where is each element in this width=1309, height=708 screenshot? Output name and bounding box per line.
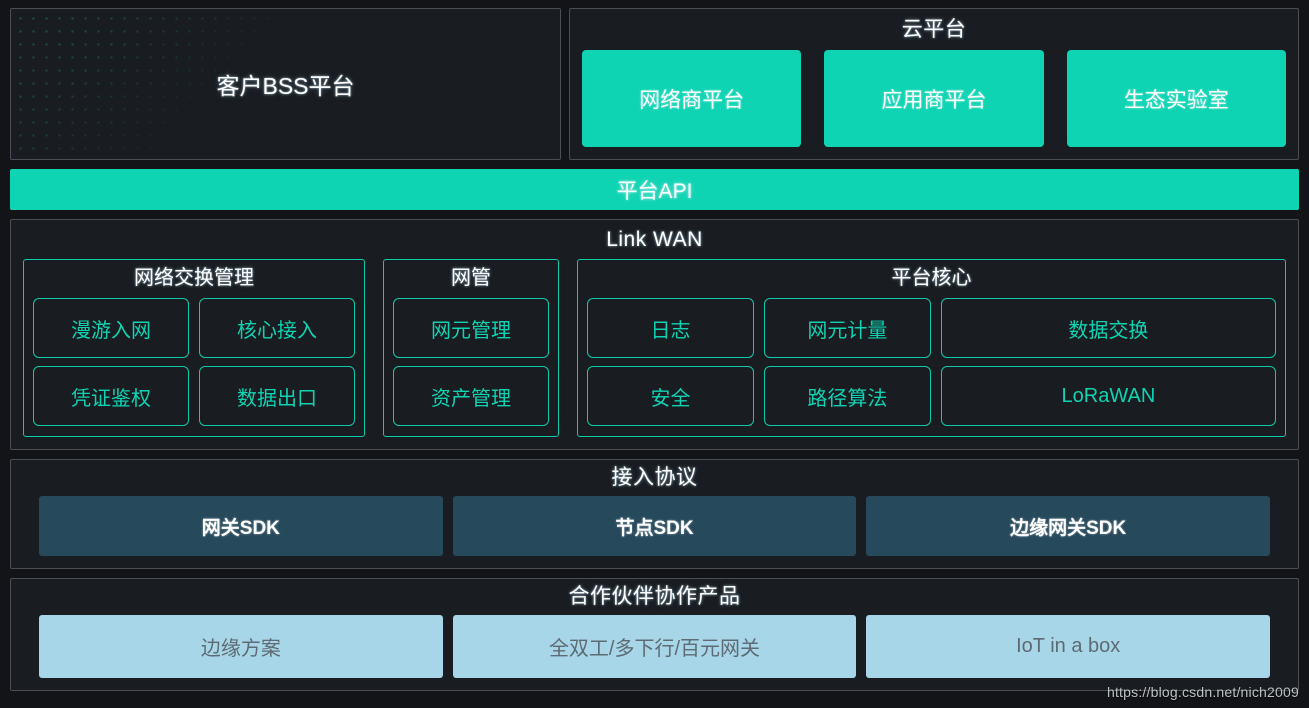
chip-row: 安全 路径算法 LoRaWAN [587,366,1276,426]
cloud-platform-title: 云平台 [901,18,967,41]
sdk-box-node[interactable]: 节点SDK [452,496,857,556]
group-platform-core-title: 平台核心 [891,267,972,289]
bss-platform-panel: 客户BSS平台 [10,8,561,160]
chip-credential-auth[interactable]: 凭证鉴权 [33,366,189,426]
chip-row: 日志 网元计量 数据交换 [587,298,1276,358]
group-network-switch-management: 网络交换管理 漫游入网 核心接入 凭证鉴权 数据出口 [23,259,365,437]
chip-row: 凭证鉴权 数据出口 [33,366,355,426]
access-protocol-panel: 接入协议 网关SDK 节点SDK 边缘网关SDK [10,459,1299,569]
group-network-switch-management-title: 网络交换管理 [134,267,254,289]
chip-roaming-access[interactable]: 漫游入网 [33,298,189,358]
partner-box-fullduplex-gateway[interactable]: 全双工/多下行/百元网关 [452,615,857,678]
group-network-switch-management-grid: 漫游入网 核心接入 凭证鉴权 数据出口 [33,298,355,426]
partner-box-edge-solution[interactable]: 边缘方案 [39,615,443,678]
cloud-platform-panel: 云平台 网络商平台 应用商平台 生态实验室 [569,8,1299,160]
partner-products-boxes: 边缘方案 全双工/多下行/百元网关 IoT in a box [23,615,1286,678]
partner-box-iot-in-a-box[interactable]: IoT in a box [866,615,1271,678]
cloud-box-ecosystem-lab[interactable]: 生态实验室 [1066,50,1286,147]
group-platform-core-grid: 日志 网元计量 数据交换 安全 路径算法 LoRaWAN [587,298,1276,426]
chip-row: 资产管理 [393,366,549,426]
bss-platform-label: 客户BSS平台 [216,73,355,99]
sdk-box-edge-gateway[interactable]: 边缘网关SDK [866,496,1271,556]
chip-row: 漫游入网 核心接入 [33,298,355,358]
chip-network-element-metering[interactable]: 网元计量 [763,298,931,358]
access-protocol-title: 接入协议 [611,466,698,489]
platform-api-bar[interactable]: 平台API [10,169,1299,210]
group-network-management-title: 网管 [451,267,491,289]
group-network-management-grid: 网元管理 资产管理 [393,298,549,426]
chip-routing-algorithm[interactable]: 路径算法 [763,366,931,426]
cloud-box-application-vendor[interactable]: 应用商平台 [824,50,1044,147]
chip-data-egress[interactable]: 数据出口 [199,366,355,426]
group-network-management: 网管 网元管理 资产管理 [383,259,559,437]
partner-products-panel: 合作伙伴协作产品 边缘方案 全双工/多下行/百元网关 IoT in a box [10,578,1299,691]
chip-security[interactable]: 安全 [587,366,754,426]
cloud-platform-boxes: 网络商平台 应用商平台 生态实验室 [582,50,1286,147]
chip-core-access[interactable]: 核心接入 [199,298,355,358]
group-platform-core: 平台核心 日志 网元计量 数据交换 安全 路径算法 LoRaWAN [577,259,1286,437]
link-wan-title: Link WAN [606,228,703,251]
chip-network-element-management[interactable]: 网元管理 [393,298,549,358]
chip-lorawan[interactable]: LoRaWAN [940,366,1276,426]
top-row: 客户BSS平台 云平台 网络商平台 应用商平台 生态实验室 [10,8,1299,160]
architecture-diagram: 客户BSS平台 云平台 网络商平台 应用商平台 生态实验室 平台API Link… [0,0,1309,708]
link-wan-panel: Link WAN 网络交换管理 漫游入网 核心接入 凭证鉴权 数据出口 网管 网… [10,219,1299,450]
link-wan-groups: 网络交换管理 漫游入网 核心接入 凭证鉴权 数据出口 网管 网元管理 资产管理 … [23,259,1286,437]
partner-products-title: 合作伙伴协作产品 [568,585,741,608]
access-protocol-boxes: 网关SDK 节点SDK 边缘网关SDK [23,496,1286,556]
chip-data-exchange[interactable]: 数据交换 [940,298,1276,358]
chip-asset-management[interactable]: 资产管理 [393,366,549,426]
chip-log[interactable]: 日志 [587,298,754,358]
cloud-box-network-operator[interactable]: 网络商平台 [582,50,802,147]
sdk-box-gateway[interactable]: 网关SDK [39,496,443,556]
watermark-url: https://blog.csdn.net/nich2009 [1106,684,1299,700]
chip-row: 网元管理 [393,298,549,358]
